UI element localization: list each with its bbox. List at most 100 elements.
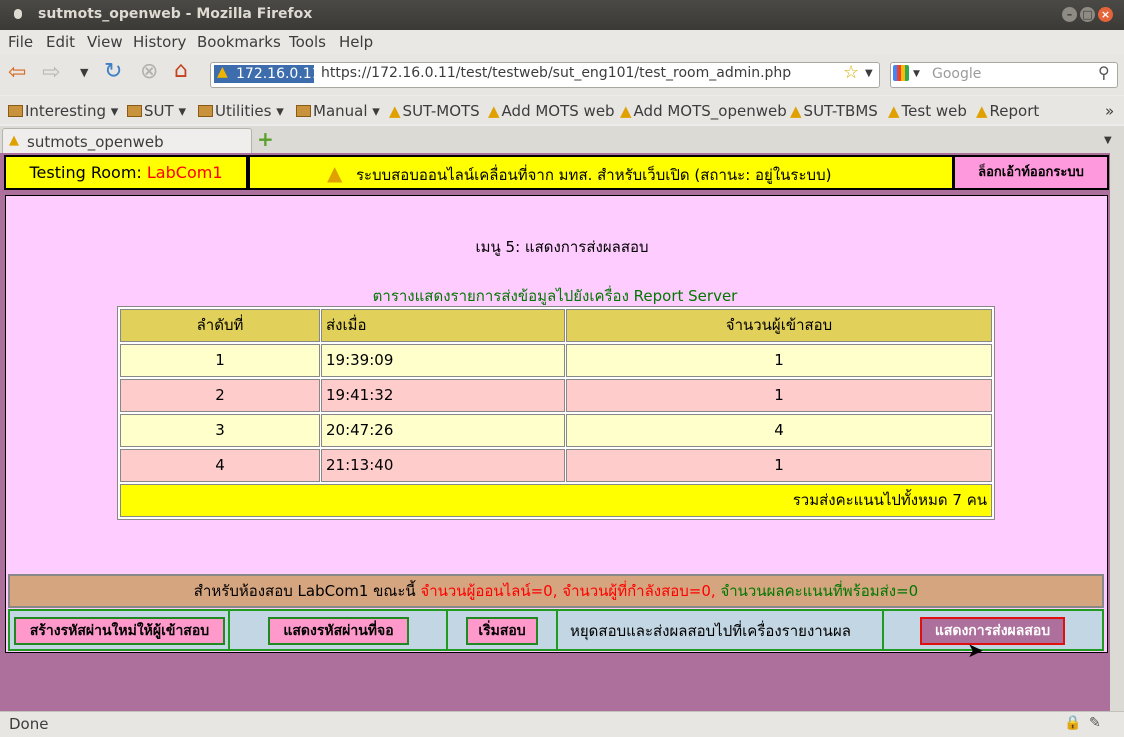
table-row-1-count: 1	[566, 344, 992, 377]
bookmark-favicon-icon: ▲	[790, 102, 802, 120]
table-total: รวมส่งคะแนนไปทั้งหมด 7 คน	[120, 484, 992, 517]
start-exam-button[interactable]: เริ่มสอบ	[466, 617, 538, 645]
stop-exam-link[interactable]: หยุดสอบและส่งผลสอบไปที่เครื่องรายงานผล	[570, 617, 851, 645]
search-bar[interactable]	[890, 62, 1118, 88]
bookmarks-overflow-icon[interactable]: »	[1105, 102, 1114, 120]
room-info-box: Testing Room: LabCom1	[4, 155, 248, 190]
table-row-4-count: 1	[566, 449, 992, 482]
column-header-no: ลำดับที่	[120, 309, 320, 342]
mots-logo-icon: ▲	[327, 161, 343, 185]
browser-status-bar: Done	[0, 711, 1124, 737]
folder-icon	[296, 105, 311, 117]
column-header-time: ส่งเมื่อ	[321, 309, 565, 342]
menu-edit[interactable]: Edit	[46, 33, 75, 51]
system-status-box: ▲ ระบบสอบออนไลน์เคลื่อนที่จาก มทส. สำหรั…	[248, 155, 954, 190]
maximize-icon[interactable]: □	[1080, 7, 1095, 22]
bookmark-favicon-icon: ▲	[488, 102, 500, 120]
mouse-cursor-icon: ➤	[967, 638, 984, 662]
url-dropdown-icon[interactable]: ▼	[865, 68, 873, 79]
testing-count: จำนวนผู้ที่กำลังสอบ=0,	[562, 582, 716, 600]
bookmark-label: Add MOTS web	[501, 102, 615, 120]
table-row-1-time: 19:39:09	[321, 344, 565, 377]
bookmark-favicon-icon: ▲	[976, 102, 988, 120]
menu-bookmarks[interactable]: Bookmarks	[197, 33, 281, 51]
bookmark-test-web[interactable]: ▲ Test web	[888, 102, 967, 120]
bookmark-star-icon[interactable]: ☆	[843, 62, 859, 83]
tab-sutmots-openweb[interactable]: ▲ sutmots_openweb	[2, 128, 252, 154]
bookmark-label: Add MOTS_openweb	[633, 102, 787, 120]
menu-help[interactable]: Help	[339, 33, 373, 51]
bookmark-folder-interesting[interactable]: Interesting ▾	[8, 102, 118, 120]
tab-label: sutmots_openweb	[27, 133, 164, 151]
bookmark-folder-utilities[interactable]: Utilities ▾	[198, 102, 284, 120]
menu-title: เมนู 5: แสดงการส่งผลสอบ	[475, 238, 649, 256]
bookmark-label: Report	[989, 102, 1040, 120]
window-menu-icon[interactable]	[14, 9, 22, 19]
window-titlebar: sutmots_openweb - Mozilla Firefox – □ ×	[0, 0, 1124, 30]
window-title: sutmots_openweb - Mozilla Firefox	[38, 6, 313, 22]
bookmark-label: SUT	[144, 102, 174, 120]
search-engine-icon[interactable]	[893, 65, 909, 81]
bookmark-favicon-icon: ▲	[389, 102, 401, 120]
create-password-button[interactable]: สร้างรหัสผ่านใหม่ให้ผู้เข้าสอบ	[14, 617, 225, 645]
menu-tools[interactable]: Tools	[289, 33, 326, 51]
forward-icon[interactable]: ⇨	[42, 60, 60, 85]
search-engine-dropdown-icon[interactable]: ▼	[913, 69, 920, 79]
bookmark-sut-tbms[interactable]: ▲ SUT-TBMS	[790, 102, 878, 120]
table-row-3-time: 20:47:26	[321, 414, 565, 447]
close-icon[interactable]: ×	[1098, 7, 1113, 22]
table-row-1-no: 1	[120, 344, 320, 377]
back-icon[interactable]: ⇦	[8, 60, 26, 85]
table-row-2-count: 1	[566, 379, 992, 412]
menu-history[interactable]: History	[133, 33, 186, 51]
menu-file[interactable]: File	[8, 33, 33, 51]
bookmark-add-mots-openweb[interactable]: ▲ Add MOTS_openweb	[620, 102, 787, 120]
reload-icon[interactable]: ↻	[104, 59, 122, 84]
search-icon[interactable]: ⚲	[1098, 63, 1110, 82]
bookmark-folder-sut[interactable]: SUT ▾	[127, 102, 186, 120]
site-favicon-icon: ▲	[217, 64, 228, 80]
system-status-text: ระบบสอบออนไลน์เคลื่อนที่จาก มทส. สำหรับเ…	[356, 166, 832, 184]
show-password-button[interactable]: แสดงรหัสผ่านที่จอ	[268, 617, 409, 645]
tab-list-icon[interactable]: ▼	[1104, 135, 1112, 146]
url-host: 172.16.0.11	[236, 66, 321, 82]
minimize-icon[interactable]: –	[1062, 7, 1077, 22]
room-status-bar: สำหรับห้องสอบ LabCom1 ขณะนี้ จำนวนผู้ออน…	[8, 574, 1104, 608]
bookmark-favicon-icon: ▲	[888, 102, 900, 120]
home-icon[interactable]: ⌂	[174, 58, 188, 83]
show-results-button[interactable]: แสดงการส่งผลสอบ	[920, 617, 1065, 645]
table-row-2-no: 2	[120, 379, 320, 412]
table-title: ตารางแสดงรายการส่งข้อมูลไปยังเครื่อง Rep…	[372, 287, 738, 305]
bookmark-label: Test web	[901, 102, 967, 120]
menu-view[interactable]: View	[87, 33, 123, 51]
folder-icon	[8, 105, 23, 117]
logout-button[interactable]: ล็อกเอ้าท์ออกระบบ	[953, 155, 1109, 190]
room-status-prefix: สำหรับห้องสอบ LabCom1 ขณะนี้	[193, 582, 416, 600]
history-dropdown-icon[interactable]: ▼	[80, 66, 88, 79]
menubar: File Edit View History Bookmarks Tools H…	[0, 30, 1124, 55]
tab-favicon-icon: ▲	[9, 133, 19, 148]
bookmark-sut-mots[interactable]: ▲ SUT-MOTS	[389, 102, 480, 120]
bookmark-report[interactable]: ▲ Report	[976, 102, 1039, 120]
column-header-count: จำนวนผู้เข้าสอบ	[566, 309, 992, 342]
table-row-4-no: 4	[120, 449, 320, 482]
bookmark-label: SUT-TBMS	[803, 102, 878, 120]
addon-icon[interactable]: ✎	[1089, 715, 1101, 731]
folder-icon	[127, 105, 142, 117]
folder-icon	[198, 105, 213, 117]
table-row-2-time: 19:41:32	[321, 379, 565, 412]
online-count: จำนวนผู้ออนไลน์=0,	[420, 582, 558, 600]
room-label: Testing Room:	[29, 163, 142, 182]
bookmark-label: SUT-MOTS	[402, 102, 480, 120]
table-row-3-no: 3	[120, 414, 320, 447]
stop-icon[interactable]: ⊗	[140, 59, 158, 84]
table-row-3-count: 4	[566, 414, 992, 447]
bookmark-add-mots-web[interactable]: ▲ Add MOTS web	[488, 102, 615, 120]
search-input[interactable]: Google	[932, 66, 981, 82]
table-row-4-time: 21:13:40	[321, 449, 565, 482]
url-text[interactable]: https://172.16.0.11/test/testweb/sut_eng…	[321, 65, 791, 81]
bookmark-folder-manual[interactable]: Manual ▾	[296, 102, 380, 120]
site-identity-badge[interactable]: 172.16.0.11	[214, 65, 321, 83]
new-tab-icon[interactable]: +	[257, 127, 274, 151]
lock-icon[interactable]: 🔒	[1064, 715, 1081, 731]
